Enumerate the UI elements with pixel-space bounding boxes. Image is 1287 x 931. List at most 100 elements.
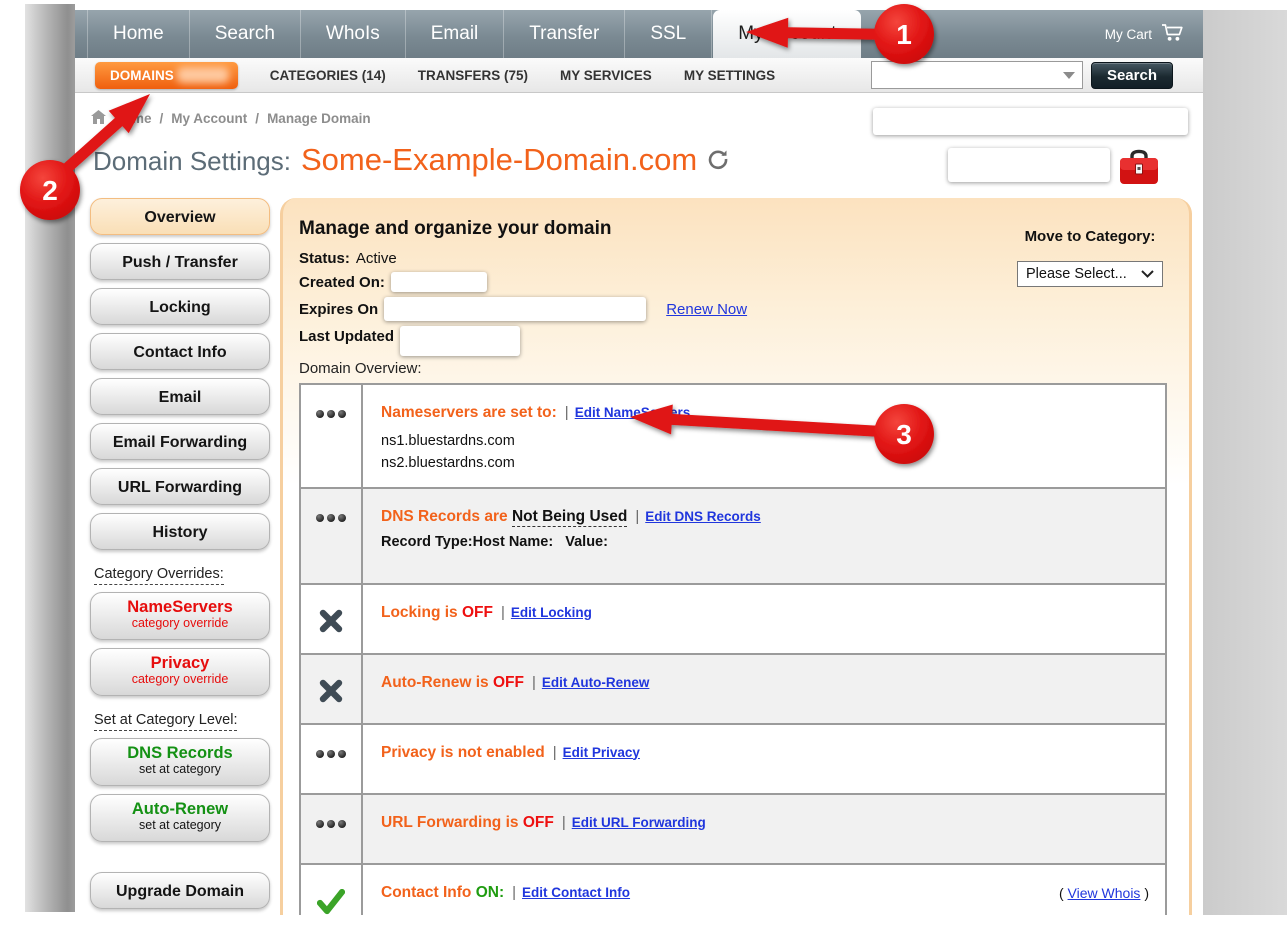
upgrade-domain-button[interactable]: Upgrade Domain: [90, 872, 270, 909]
sidebar-item-locking[interactable]: Locking: [90, 288, 270, 325]
renew-now-link[interactable]: Renew Now: [666, 301, 747, 318]
domain-search-combobox[interactable]: [871, 61, 1083, 89]
tab-email[interactable]: Email: [406, 10, 505, 58]
table-row-url-forwarding: URL Forwarding is OFF | Edit URL Forwardin…: [301, 793, 1165, 863]
browser-left-band: [25, 4, 75, 912]
redacted-account-info: [873, 108, 1188, 135]
status-value: Active: [356, 250, 397, 267]
nameserver-2: ns2.bluestardns.com: [381, 453, 1149, 475]
browser-right-band: [1203, 10, 1287, 915]
sidebar-item-history[interactable]: History: [90, 513, 270, 550]
cross-icon: [301, 655, 363, 723]
sidebar: Overview Push / Transfer Locking Contact…: [90, 198, 276, 915]
sidebar-item-nameservers-override[interactable]: NameServers category override: [90, 592, 270, 640]
chevron-down-icon: [1141, 270, 1154, 278]
tab-ssl[interactable]: SSL: [625, 10, 712, 58]
breadcrumb-sep: /: [255, 111, 259, 126]
redacted-domain-field: [948, 148, 1110, 182]
auto-renew-category-title: Auto-Renew: [91, 800, 269, 818]
dns-records-category-sub: set at category: [91, 762, 269, 776]
table-row-contact-info: Contact Info ON: | Edit Contact Info ( Vie…: [301, 863, 1165, 916]
breadcrumb-sep: /: [160, 111, 164, 126]
sidebar-item-privacy-override[interactable]: Privacy category override: [90, 648, 270, 696]
view-whois: ( View Whois ): [1059, 884, 1149, 901]
dns-record-columns: Record Type:Host Name: Value:: [381, 534, 1149, 550]
search-button[interactable]: Search: [1091, 62, 1173, 89]
status-label: Status:: [299, 250, 350, 267]
view-whois-link[interactable]: View Whois: [1068, 885, 1141, 901]
subnav-domains[interactable]: DOMAINS: [95, 62, 238, 89]
separator: |: [532, 674, 536, 691]
edit-privacy-link[interactable]: Edit Privacy: [563, 745, 640, 760]
sidebar-item-overview[interactable]: Overview: [90, 198, 270, 235]
tab-transfer[interactable]: Transfer: [504, 10, 625, 58]
redacted-updated-date: [400, 326, 520, 356]
table-row-locking: Locking is OFF|Edit Locking: [301, 583, 1165, 653]
edit-contact-info-link[interactable]: Edit Contact Info: [522, 885, 630, 900]
tab-home[interactable]: Home: [87, 10, 190, 58]
tab-my-account[interactable]: My Account: [713, 10, 861, 58]
cart-icon: [1161, 23, 1185, 45]
ellipsis-icon: [301, 385, 363, 487]
subnav-transfers[interactable]: TRANSFERS (75): [418, 68, 528, 83]
sidebar-item-push-transfer[interactable]: Push / Transfer: [90, 243, 270, 280]
sidebar-item-email-forwarding[interactable]: Email Forwarding: [90, 423, 270, 460]
separator: |: [565, 404, 569, 421]
sidebar-item-auto-renew-category[interactable]: Auto-Renew set at category: [90, 794, 270, 842]
my-cart[interactable]: My Cart: [1105, 10, 1203, 58]
edit-auto-renew-link[interactable]: Edit Auto-Renew: [542, 675, 650, 690]
subnav-domains-label: DOMAINS: [110, 68, 174, 83]
subnav-my-settings[interactable]: MY SETTINGS: [684, 68, 775, 83]
toolbox-icon[interactable]: [1117, 146, 1161, 193]
redacted-domains-count: [177, 67, 229, 83]
edit-locking-link[interactable]: Edit Locking: [511, 605, 592, 620]
breadcrumb-home[interactable]: Home: [114, 111, 152, 126]
table-row-privacy: Privacy is not enabled|Edit Privacy: [301, 723, 1165, 793]
sidebar-item-email[interactable]: Email: [90, 378, 270, 415]
contact-info-title: Contact Info ON:: [381, 884, 504, 901]
url-forwarding-off-text: OFF: [523, 814, 554, 831]
separator: |: [562, 814, 566, 831]
category-select[interactable]: Please Select...: [1017, 261, 1163, 287]
separator: |: [512, 884, 516, 901]
domain-search-input[interactable]: [879, 64, 1063, 86]
refresh-icon[interactable]: [707, 148, 729, 175]
tab-search[interactable]: Search: [190, 10, 301, 58]
edit-url-forwarding-link[interactable]: Edit URL Forwarding: [572, 815, 706, 830]
set-at-category-label: Set at Category Level:: [94, 712, 276, 728]
category-overrides-label: Category Overrides:: [94, 566, 276, 582]
domain-overview-label: Domain Overview:: [299, 360, 1189, 377]
nameservers-override-title: NameServers: [91, 598, 269, 616]
combobox-dropdown-icon[interactable]: [1063, 72, 1075, 79]
tab-whois[interactable]: WhoIs: [301, 10, 406, 58]
breadcrumb-my-account[interactable]: My Account: [171, 111, 247, 126]
subnav-my-services[interactable]: MY SERVICES: [560, 68, 652, 83]
sidebar-item-contact-info[interactable]: Contact Info: [90, 333, 270, 370]
cross-icon: [301, 585, 363, 653]
redacted-expires-date: [384, 297, 646, 321]
privacy-title: Privacy is not enabled: [381, 744, 545, 761]
edit-nameservers-link[interactable]: Edit NameServers: [575, 405, 691, 420]
sidebar-item-url-forwarding[interactable]: URL Forwarding: [90, 468, 270, 505]
locking-off-text: OFF: [462, 604, 493, 621]
ellipsis-icon: [301, 489, 363, 583]
expires-line: Expires On Renew Now: [299, 297, 1189, 321]
home-icon: [91, 110, 106, 127]
move-to-category: Move to Category: Please Select...: [1017, 228, 1163, 287]
updated-label: Last Updated: [299, 328, 394, 345]
url-forwarding-title: URL Forwarding is OFF: [381, 814, 554, 831]
sidebar-item-dns-records-category[interactable]: DNS Records set at category: [90, 738, 270, 786]
auto-renew-off-text: OFF: [493, 674, 524, 691]
account-sub-navigation: DOMAINS CATEGORIES (14) TRANSFERS (75) M…: [75, 58, 1203, 93]
ellipsis-icon: [301, 725, 363, 793]
subnav-categories[interactable]: CATEGORIES (14): [270, 68, 386, 83]
category-select-value: Please Select...: [1026, 266, 1127, 282]
edit-dns-records-link[interactable]: Edit DNS Records: [645, 509, 761, 524]
page: Home Search WhoIs Email Transfer SSL My …: [75, 10, 1203, 915]
dns-records-category-title: DNS Records: [91, 744, 269, 762]
page-title-prefix: Domain Settings:: [93, 146, 291, 177]
table-row-nameservers: Nameservers are set to:|Edit NameServers…: [301, 385, 1165, 487]
auto-renew-title: Auto-Renew is OFF: [381, 674, 524, 691]
page-title-domain: Some-Example-Domain.com: [301, 142, 697, 178]
expires-label: Expires On: [299, 301, 378, 318]
